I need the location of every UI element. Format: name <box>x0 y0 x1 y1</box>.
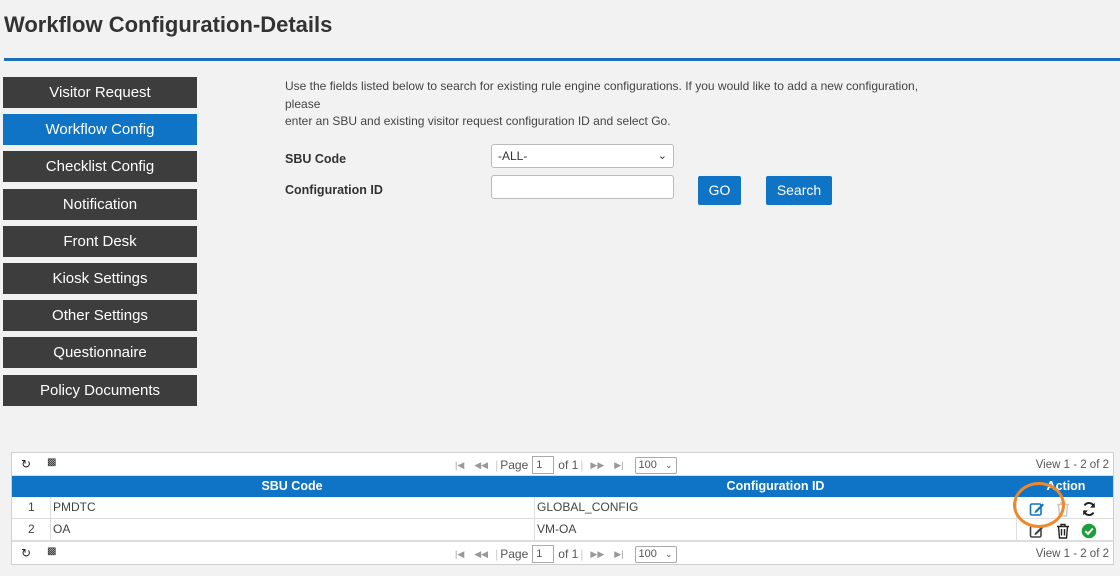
table-row: 2 OA VM-OA <box>12 519 1113 541</box>
sidebar-item-other-settings[interactable]: Other Settings <box>3 300 197 332</box>
last-page-icon[interactable]: ▶| <box>614 549 623 560</box>
next-page-icon[interactable]: ▶▶ <box>590 460 604 471</box>
check-circle-icon[interactable] <box>1080 522 1098 540</box>
sbu-code-value: -ALL- <box>498 149 528 163</box>
row-number: 1 <box>28 500 35 514</box>
pager-nav-top: |◀ ◀◀ | Page 1 of 1 | ▶▶ ▶| 100 ⌄ <box>450 456 677 474</box>
chevron-down-icon: ⌄ <box>657 150 667 162</box>
sidebar-item-visitor-request[interactable]: Visitor Request <box>3 77 197 108</box>
page-number-input[interactable]: 1 <box>532 545 555 563</box>
pager-nav-bottom: |◀ ◀◀ | Page 1 of 1 | ▶▶ ▶| 100 ⌄ <box>450 545 677 563</box>
configuration-id-label: Configuration ID <box>285 183 383 197</box>
sbu-code-cell: OA <box>53 522 71 536</box>
intro-line-1: Use the fields listed below to search fo… <box>285 79 919 111</box>
page-of-label: of 1 <box>558 547 579 561</box>
intro-line-2: enter an SBU and existing visitor reques… <box>285 114 671 128</box>
sbu-code-label: SBU Code <box>285 152 347 166</box>
highlight-annotation-circle <box>1013 482 1065 528</box>
sbu-code-select[interactable]: -ALL- ⌄ <box>491 144 674 168</box>
rows-per-page-select[interactable]: 100 ⌄ <box>634 456 677 474</box>
page-of-label: of 1 <box>558 458 579 472</box>
chevron-down-icon: ⌄ <box>664 459 673 470</box>
chevron-down-icon: ⌄ <box>664 548 673 559</box>
delete-icon[interactable] <box>1054 522 1072 540</box>
first-page-icon[interactable]: |◀ <box>455 549 464 560</box>
last-page-icon[interactable]: ▶| <box>614 460 623 471</box>
grid-header-row: SBU Code Configuration ID Action <box>12 476 1113 497</box>
configuration-id-input[interactable] <box>491 175 674 199</box>
view-records-text: View 1 - 2 of 2 <box>1035 459 1109 471</box>
configuration-id-cell: VM-OA <box>537 522 577 536</box>
sidebar-item-workflow-config[interactable]: Workflow Config <box>3 114 197 146</box>
rows-per-page-value: 100 <box>638 547 657 560</box>
grid-pager-bottom: ↻ ▩ |◀ ◀◀ | Page 1 of 1 | ▶▶ ▶| 100 ⌄ Vi… <box>12 541 1113 564</box>
header-sbu-code[interactable]: SBU Code <box>50 476 534 497</box>
sidebar-item-front-desk[interactable]: Front Desk <box>3 225 197 257</box>
page-label: Page <box>500 547 529 561</box>
intro-text: Use the fields listed below to search fo… <box>285 78 945 131</box>
configuration-id-cell: GLOBAL_CONFIG <box>537 500 639 514</box>
sbu-code-cell: PMDTC <box>53 500 96 514</box>
sidebar-item-questionnaire[interactable]: Questionnaire <box>3 337 197 369</box>
table-row: 1 PMDTC GLOBAL_CONFIG <box>12 497 1113 519</box>
sync-icon[interactable] <box>1080 500 1098 518</box>
page-label: Page <box>500 458 529 472</box>
first-page-icon[interactable]: |◀ <box>455 460 464 471</box>
row-number: 2 <box>28 522 35 536</box>
rows-per-page-select[interactable]: 100 ⌄ <box>634 545 677 563</box>
refresh-icon[interactable]: ↻ <box>21 546 31 560</box>
search-button[interactable]: Search <box>766 176 832 205</box>
prev-page-icon[interactable]: ◀◀ <box>474 460 488 471</box>
go-button[interactable]: GO <box>698 176 741 205</box>
view-records-text: View 1 - 2 of 2 <box>1035 548 1109 560</box>
columns-icon[interactable]: ▩ <box>47 457 56 468</box>
grid-pager-top: ↻ ▩ |◀ ◀◀ | Page 1 of 1 | ▶▶ ▶| 100 ⌄ Vi… <box>12 453 1113 476</box>
sidebar-item-kiosk-settings[interactable]: Kiosk Settings <box>3 262 197 294</box>
sidebar-item-notification[interactable]: Notification <box>3 188 197 220</box>
page-title: Workflow Configuration-Details <box>4 12 333 37</box>
header-configuration-id[interactable]: Configuration ID <box>535 476 1016 497</box>
sidebar-item-policy-documents[interactable]: Policy Documents <box>3 374 197 406</box>
rows-per-page-value: 100 <box>638 458 657 471</box>
sidebar: Visitor Request Workflow Config Checklis… <box>3 77 197 412</box>
sidebar-item-checklist-config[interactable]: Checklist Config <box>3 151 197 183</box>
next-page-icon[interactable]: ▶▶ <box>590 549 604 560</box>
title-divider <box>4 58 1120 61</box>
page-number-input[interactable]: 1 <box>532 456 555 474</box>
prev-page-icon[interactable]: ◀◀ <box>474 549 488 560</box>
results-grid: ↻ ▩ |◀ ◀◀ | Page 1 of 1 | ▶▶ ▶| 100 ⌄ Vi… <box>11 452 1114 565</box>
refresh-icon[interactable]: ↻ <box>21 457 31 471</box>
columns-icon[interactable]: ▩ <box>47 546 56 557</box>
